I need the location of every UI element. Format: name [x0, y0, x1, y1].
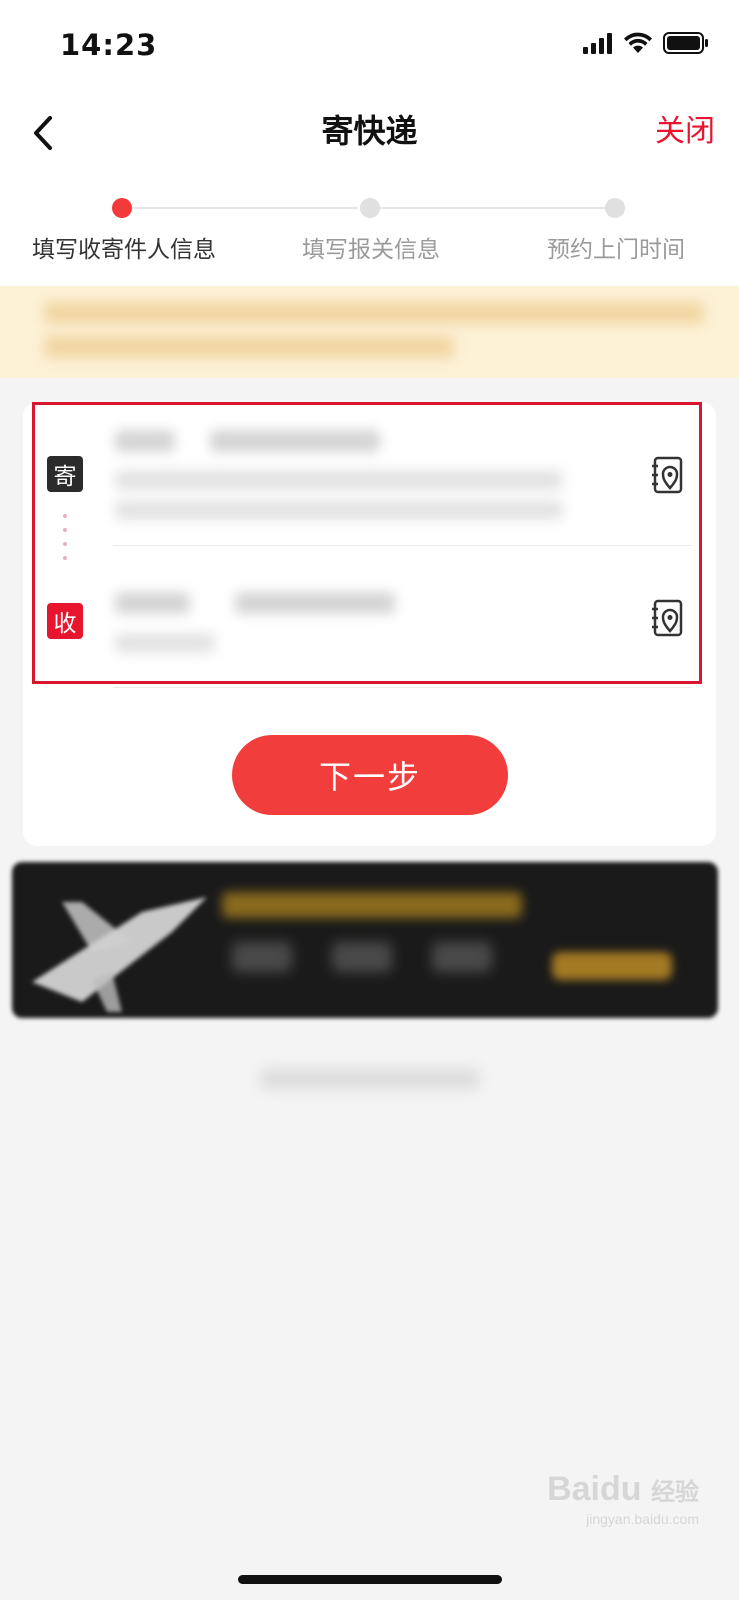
- banner-text-redacted: [332, 942, 392, 972]
- banner-headline-redacted: [222, 892, 522, 918]
- baidu-jingyan-watermark: Baidu 经验 jingyan.baidu.com: [547, 1470, 699, 1527]
- footer-link-redacted[interactable]: [260, 1068, 480, 1090]
- highlight-annotation-box: [32, 402, 702, 684]
- banner-text-redacted: [432, 942, 492, 972]
- step-3-label: 预约上门时间: [547, 237, 685, 263]
- step-connector: [130, 207, 358, 209]
- watermark-url: jingyan.baidu.com: [586, 1511, 699, 1527]
- row-divider: [113, 687, 692, 688]
- step-connector: [378, 207, 606, 209]
- notice-banner: [0, 286, 739, 378]
- watermark-brand-2: du: [600, 1470, 642, 1508]
- navigation-bar: 寄快递 关闭: [0, 90, 739, 180]
- watermark-brand: Bai: [547, 1470, 600, 1508]
- cellular-signal-icon: [583, 33, 612, 54]
- step-2-label: 填写报关信息: [302, 237, 440, 263]
- close-button[interactable]: 关闭: [655, 106, 715, 150]
- notice-text-redacted: [44, 336, 454, 358]
- promo-banner[interactable]: [12, 862, 718, 1018]
- notice-text-redacted: [44, 302, 704, 324]
- step-3-indicator: [605, 198, 625, 218]
- watermark-suffix: 经验: [651, 1479, 699, 1506]
- airplane-image: [32, 897, 207, 1012]
- banner-text-redacted: [232, 942, 292, 972]
- status-time: 14:23: [60, 28, 158, 62]
- status-icons: [583, 32, 709, 54]
- next-step-button[interactable]: 下一步: [232, 735, 508, 815]
- battery-icon: [663, 32, 708, 54]
- step-progress: 填写收寄件人信息 填写报关信息 预约上门时间: [0, 180, 739, 286]
- banner-cta-redacted: [552, 952, 672, 980]
- step-1-indicator: [112, 198, 132, 218]
- status-bar: 14:23: [0, 0, 739, 90]
- step-2-indicator: [360, 198, 380, 218]
- wifi-icon: [624, 32, 652, 53]
- home-indicator: [238, 1575, 502, 1584]
- step-1-label: 填写收寄件人信息: [32, 237, 216, 263]
- page-title: 寄快递: [321, 112, 418, 150]
